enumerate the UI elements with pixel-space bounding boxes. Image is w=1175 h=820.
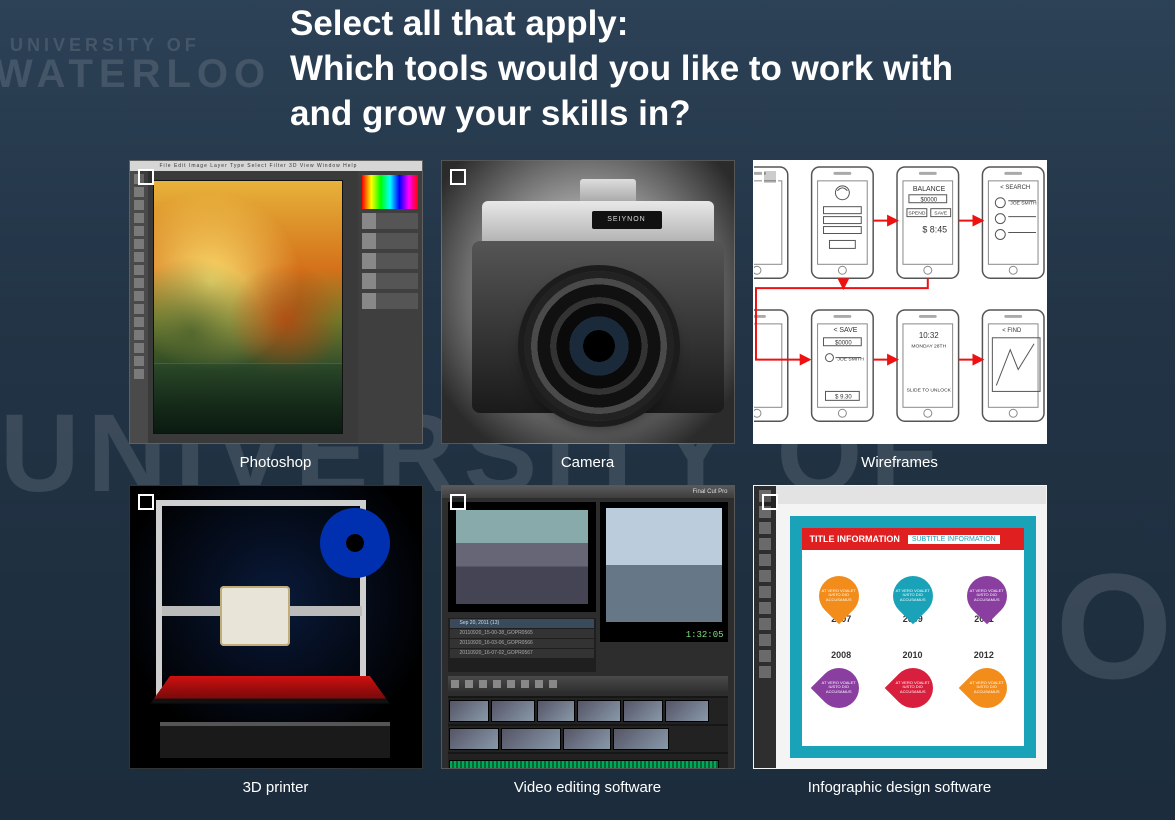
browser-row: 20110920_15-00-38_GOPR0565 [450, 629, 594, 638]
svg-text:SAVE: SAVE [934, 211, 948, 217]
svg-text:< SAVE: < SAVE [833, 327, 857, 334]
video-source-viewer [448, 502, 596, 612]
year-label: 2008 [831, 650, 851, 660]
photoshop-panels [358, 171, 422, 443]
svg-text:$0000: $0000 [920, 198, 937, 204]
video-titlebar [442, 486, 734, 498]
svg-text:10:32: 10:32 [918, 331, 938, 340]
checkbox-3d-printer[interactable] [138, 494, 154, 510]
option-photoshop: File Edit Image Layer Type Select Filter… [129, 160, 423, 471]
photoshop-toolbar [130, 171, 148, 443]
infographic-artboard: TITLE INFORMATION SUBTITLE INFORMATION A… [790, 516, 1036, 758]
svg-text:< FIND: < FIND [1002, 328, 1021, 334]
option-label-video-editing: Video editing software [514, 779, 661, 796]
svg-text:< SEARCH: < SEARCH [1000, 185, 1030, 191]
option-infographic: TITLE INFORMATION SUBTITLE INFORMATION A… [753, 485, 1047, 796]
checkbox-wireframes[interactable] [762, 169, 778, 185]
camera-nameplate: SEIYNON [592, 211, 662, 229]
option-wireframes: BALANCE $0000 SPEND SAVE $ 8:45 < SEARCH… [753, 160, 1047, 471]
design-toolbar [754, 486, 776, 768]
filament-spool [320, 508, 390, 578]
video-event-browser: Sep 20, 2011 (13) 20110920_15-00-38_GOPR… [448, 618, 596, 672]
pin-text: AT VERO VOALET IUSTO DIO ACCUSAMUS [892, 682, 932, 695]
question-heading: Select all that apply: Which tools would… [290, 2, 1010, 136]
svg-text:BALANCE: BALANCE [912, 186, 945, 193]
printer-base [160, 722, 390, 758]
wireframe-illustration: BALANCE $0000 SPEND SAVE $ 8:45 < SEARCH… [754, 161, 1046, 443]
browser-row: 20110920_16-07-02_GOPR0567 [450, 649, 594, 658]
checkbox-video-editing[interactable] [450, 494, 466, 510]
option-card-3d-printer[interactable] [129, 485, 423, 769]
year-label: 2012 [974, 650, 994, 660]
option-label-infographic: Infographic design software [808, 779, 991, 796]
timeline-pins-top: AT VERO VOALET IUSTO DIO ACCUSAMUS AT VE… [802, 576, 1024, 616]
pin-text: AT VERO VOALET IUSTO DIO ACCUSAMUS [818, 682, 858, 695]
svg-text:$ 9.30: $ 9.30 [835, 395, 852, 401]
pin-text: AT VERO VOALET IUSTO DIO ACCUSAMUS [966, 590, 1006, 603]
browser-row: Sep 20, 2011 (13) [450, 619, 594, 628]
pin-text: AT VERO VOALET IUSTO DIO ACCUSAMUS [966, 682, 1006, 695]
svg-text:$0000: $0000 [835, 341, 852, 347]
infographic-title: TITLE INFORMATION [810, 534, 900, 544]
svg-text:SPEND: SPEND [908, 211, 925, 217]
option-video-editing: Final Cut Pro 1:32:05 Sep 20, 2011 (13) … [441, 485, 735, 796]
printer-extruder [220, 586, 290, 646]
video-transport-controls [448, 676, 728, 692]
checkbox-infographic[interactable] [762, 494, 778, 510]
option-card-video-editing[interactable]: Final Cut Pro 1:32:05 Sep 20, 2011 (13) … [441, 485, 735, 769]
year-label: 2010 [902, 650, 922, 660]
camera-lens [524, 271, 674, 421]
design-topbar [776, 486, 1046, 504]
photoshop-menubar: File Edit Image Layer Type Select Filter… [130, 161, 422, 171]
svg-text:MONDAY 28TH: MONDAY 28TH [911, 344, 946, 350]
svg-text:JOE SMITH: JOE SMITH [1010, 201, 1037, 207]
video-program-viewer [600, 502, 728, 642]
video-timeline [448, 696, 728, 762]
option-label-camera: Camera [561, 454, 614, 471]
options-grid: File Edit Image Layer Type Select Filter… [129, 160, 1047, 796]
timeline-pins-bottom: AT VERO VOALET IUSTO DIO ACCUSAMUS AT VE… [802, 668, 1024, 708]
checkbox-camera[interactable] [450, 169, 466, 185]
infographic-subtitle: SUBTITLE INFORMATION [908, 535, 1000, 544]
infographic-titlebar: TITLE INFORMATION SUBTITLE INFORMATION [802, 528, 1024, 550]
option-card-wireframes[interactable]: BALANCE $0000 SPEND SAVE $ 8:45 < SEARCH… [753, 160, 1047, 444]
option-camera: SEIYNON Camera [441, 160, 735, 471]
option-3d-printer: 3D printer [129, 485, 423, 796]
video-app-name: Final Cut Pro [692, 486, 727, 498]
photoshop-canvas [154, 181, 342, 433]
printer-bed [153, 676, 385, 699]
option-label-photoshop: Photoshop [240, 454, 312, 471]
question-line2: Which tools would you like to work with … [290, 49, 953, 133]
option-label-wireframes: Wireframes [861, 454, 938, 471]
question-line1: Select all that apply: [290, 4, 628, 43]
video-timecode: 1:32:05 [686, 630, 724, 640]
option-card-infographic[interactable]: TITLE INFORMATION SUBTITLE INFORMATION A… [753, 485, 1047, 769]
svg-text:$ 8:45: $ 8:45 [922, 225, 947, 235]
browser-row: 20110920_16-03-06_GOPR0566 [450, 639, 594, 648]
option-card-camera[interactable]: SEIYNON [441, 160, 735, 444]
svg-text:SLIDE TO UNLOCK: SLIDE TO UNLOCK [906, 388, 951, 394]
option-label-3d-printer: 3D printer [243, 779, 309, 796]
pin-text: AT VERO VOALET IUSTO DIO ACCUSAMUS [892, 590, 932, 603]
svg-text:JOE SMITH: JOE SMITH [837, 357, 864, 363]
option-card-photoshop[interactable]: File Edit Image Layer Type Select Filter… [129, 160, 423, 444]
checkbox-photoshop[interactable] [138, 169, 154, 185]
pin-text: AT VERO VOALET IUSTO DIO ACCUSAMUS [818, 590, 858, 603]
timeline-years-bottom: 2008 2010 2012 [806, 650, 1020, 660]
